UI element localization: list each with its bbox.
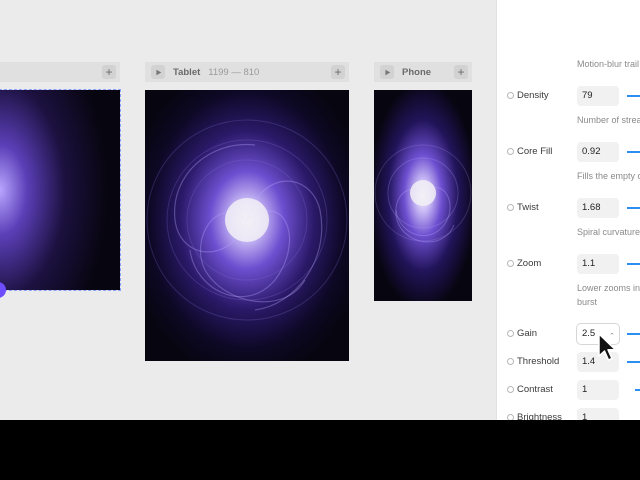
spiral-render-desktop bbox=[0, 90, 120, 290]
param-row-brightness: Brightness 1 bbox=[497, 408, 640, 420]
contrast-input[interactable]: 1 bbox=[577, 380, 619, 400]
parameter-dot-icon bbox=[507, 260, 514, 267]
parameter-dot-icon bbox=[507, 386, 514, 393]
caption-core-fill: Fills the empty center bbox=[577, 171, 640, 181]
brightness-input[interactable]: 1 bbox=[577, 408, 619, 420]
core-fill-slider[interactable] bbox=[627, 151, 640, 153]
param-row-density: Density 79 bbox=[497, 86, 640, 106]
core-fill-input[interactable]: 0.92 bbox=[577, 142, 619, 162]
parameter-dot-icon bbox=[507, 148, 514, 155]
plus-icon: + bbox=[334, 65, 342, 79]
tablet-preview[interactable] bbox=[145, 90, 349, 361]
mouse-pointer-icon bbox=[598, 333, 617, 361]
zoom-slider[interactable] bbox=[627, 263, 640, 265]
caption-motion-blur: Motion-blur trail bbox=[577, 59, 640, 69]
spiral-render-phone bbox=[374, 90, 472, 301]
density-input[interactable]: 79 bbox=[577, 86, 619, 106]
caption-twist: Spiral curvature bbox=[577, 227, 640, 237]
plus-icon: + bbox=[105, 65, 113, 79]
param-row-contrast: Contrast 1 bbox=[497, 380, 640, 400]
param-label-core-fill: Core Fill bbox=[517, 146, 553, 157]
twist-slider[interactable] bbox=[627, 207, 640, 209]
frame-header-tablet: Tablet 1199 — 810 + bbox=[145, 62, 349, 82]
param-label-twist: Twist bbox=[517, 202, 539, 213]
play-button-phone[interactable] bbox=[380, 65, 394, 79]
caption-zoom-line1: Lower zooms into bbox=[577, 283, 640, 293]
parameter-dot-icon bbox=[507, 92, 514, 99]
spiral-render-tablet bbox=[145, 90, 349, 361]
add-frame-button-phone[interactable]: + bbox=[454, 65, 468, 79]
frame-title-tablet: Tablet bbox=[173, 66, 201, 78]
frame-header-desktop: + bbox=[0, 62, 120, 82]
zoom-input[interactable]: 1.1 bbox=[577, 254, 619, 274]
param-row-zoom: Zoom 1.1 bbox=[497, 254, 640, 274]
frame-dims-tablet: 1199 — 810 bbox=[208, 66, 260, 78]
play-icon bbox=[384, 69, 390, 75]
add-frame-button-desktop[interactable]: + bbox=[102, 65, 116, 79]
parameter-dot-icon bbox=[507, 414, 514, 420]
param-label-density: Density bbox=[517, 90, 549, 101]
contrast-slider[interactable] bbox=[635, 389, 640, 391]
play-button-tablet[interactable] bbox=[151, 65, 165, 79]
frame-header-phone: Phone + bbox=[374, 62, 472, 82]
add-frame-button-tablet[interactable]: + bbox=[331, 65, 345, 79]
parameter-dot-icon bbox=[507, 204, 514, 211]
desktop-preview[interactable] bbox=[0, 89, 121, 291]
parameter-dot-icon bbox=[507, 358, 514, 365]
density-slider[interactable] bbox=[627, 95, 640, 97]
twist-input[interactable]: 1.68 bbox=[577, 198, 619, 218]
canvas-stage: + Tablet 1199 — 810 + Phone + Motion-blu… bbox=[0, 0, 640, 420]
param-label-brightness: Brightness bbox=[517, 412, 562, 420]
gain-value: 2.5 bbox=[582, 328, 596, 339]
parameter-dot-icon bbox=[507, 330, 514, 337]
param-row-twist: Twist 1.68 bbox=[497, 198, 640, 218]
gain-slider[interactable] bbox=[627, 333, 640, 335]
caption-density: Number of streaks bbox=[577, 115, 640, 125]
plus-icon: + bbox=[457, 65, 465, 79]
frame-title-phone: Phone bbox=[402, 66, 432, 78]
param-label-gain: Gain bbox=[517, 328, 538, 339]
caption-zoom-line2: burst bbox=[577, 297, 598, 307]
param-row-core-fill: Core Fill 0.92 bbox=[497, 142, 640, 162]
param-label-contrast: Contrast bbox=[517, 384, 553, 395]
param-label-zoom: Zoom bbox=[517, 258, 542, 269]
play-icon bbox=[155, 69, 161, 75]
phone-preview[interactable] bbox=[374, 90, 472, 301]
threshold-slider[interactable] bbox=[627, 361, 640, 363]
param-label-threshold: Threshold bbox=[517, 356, 560, 367]
